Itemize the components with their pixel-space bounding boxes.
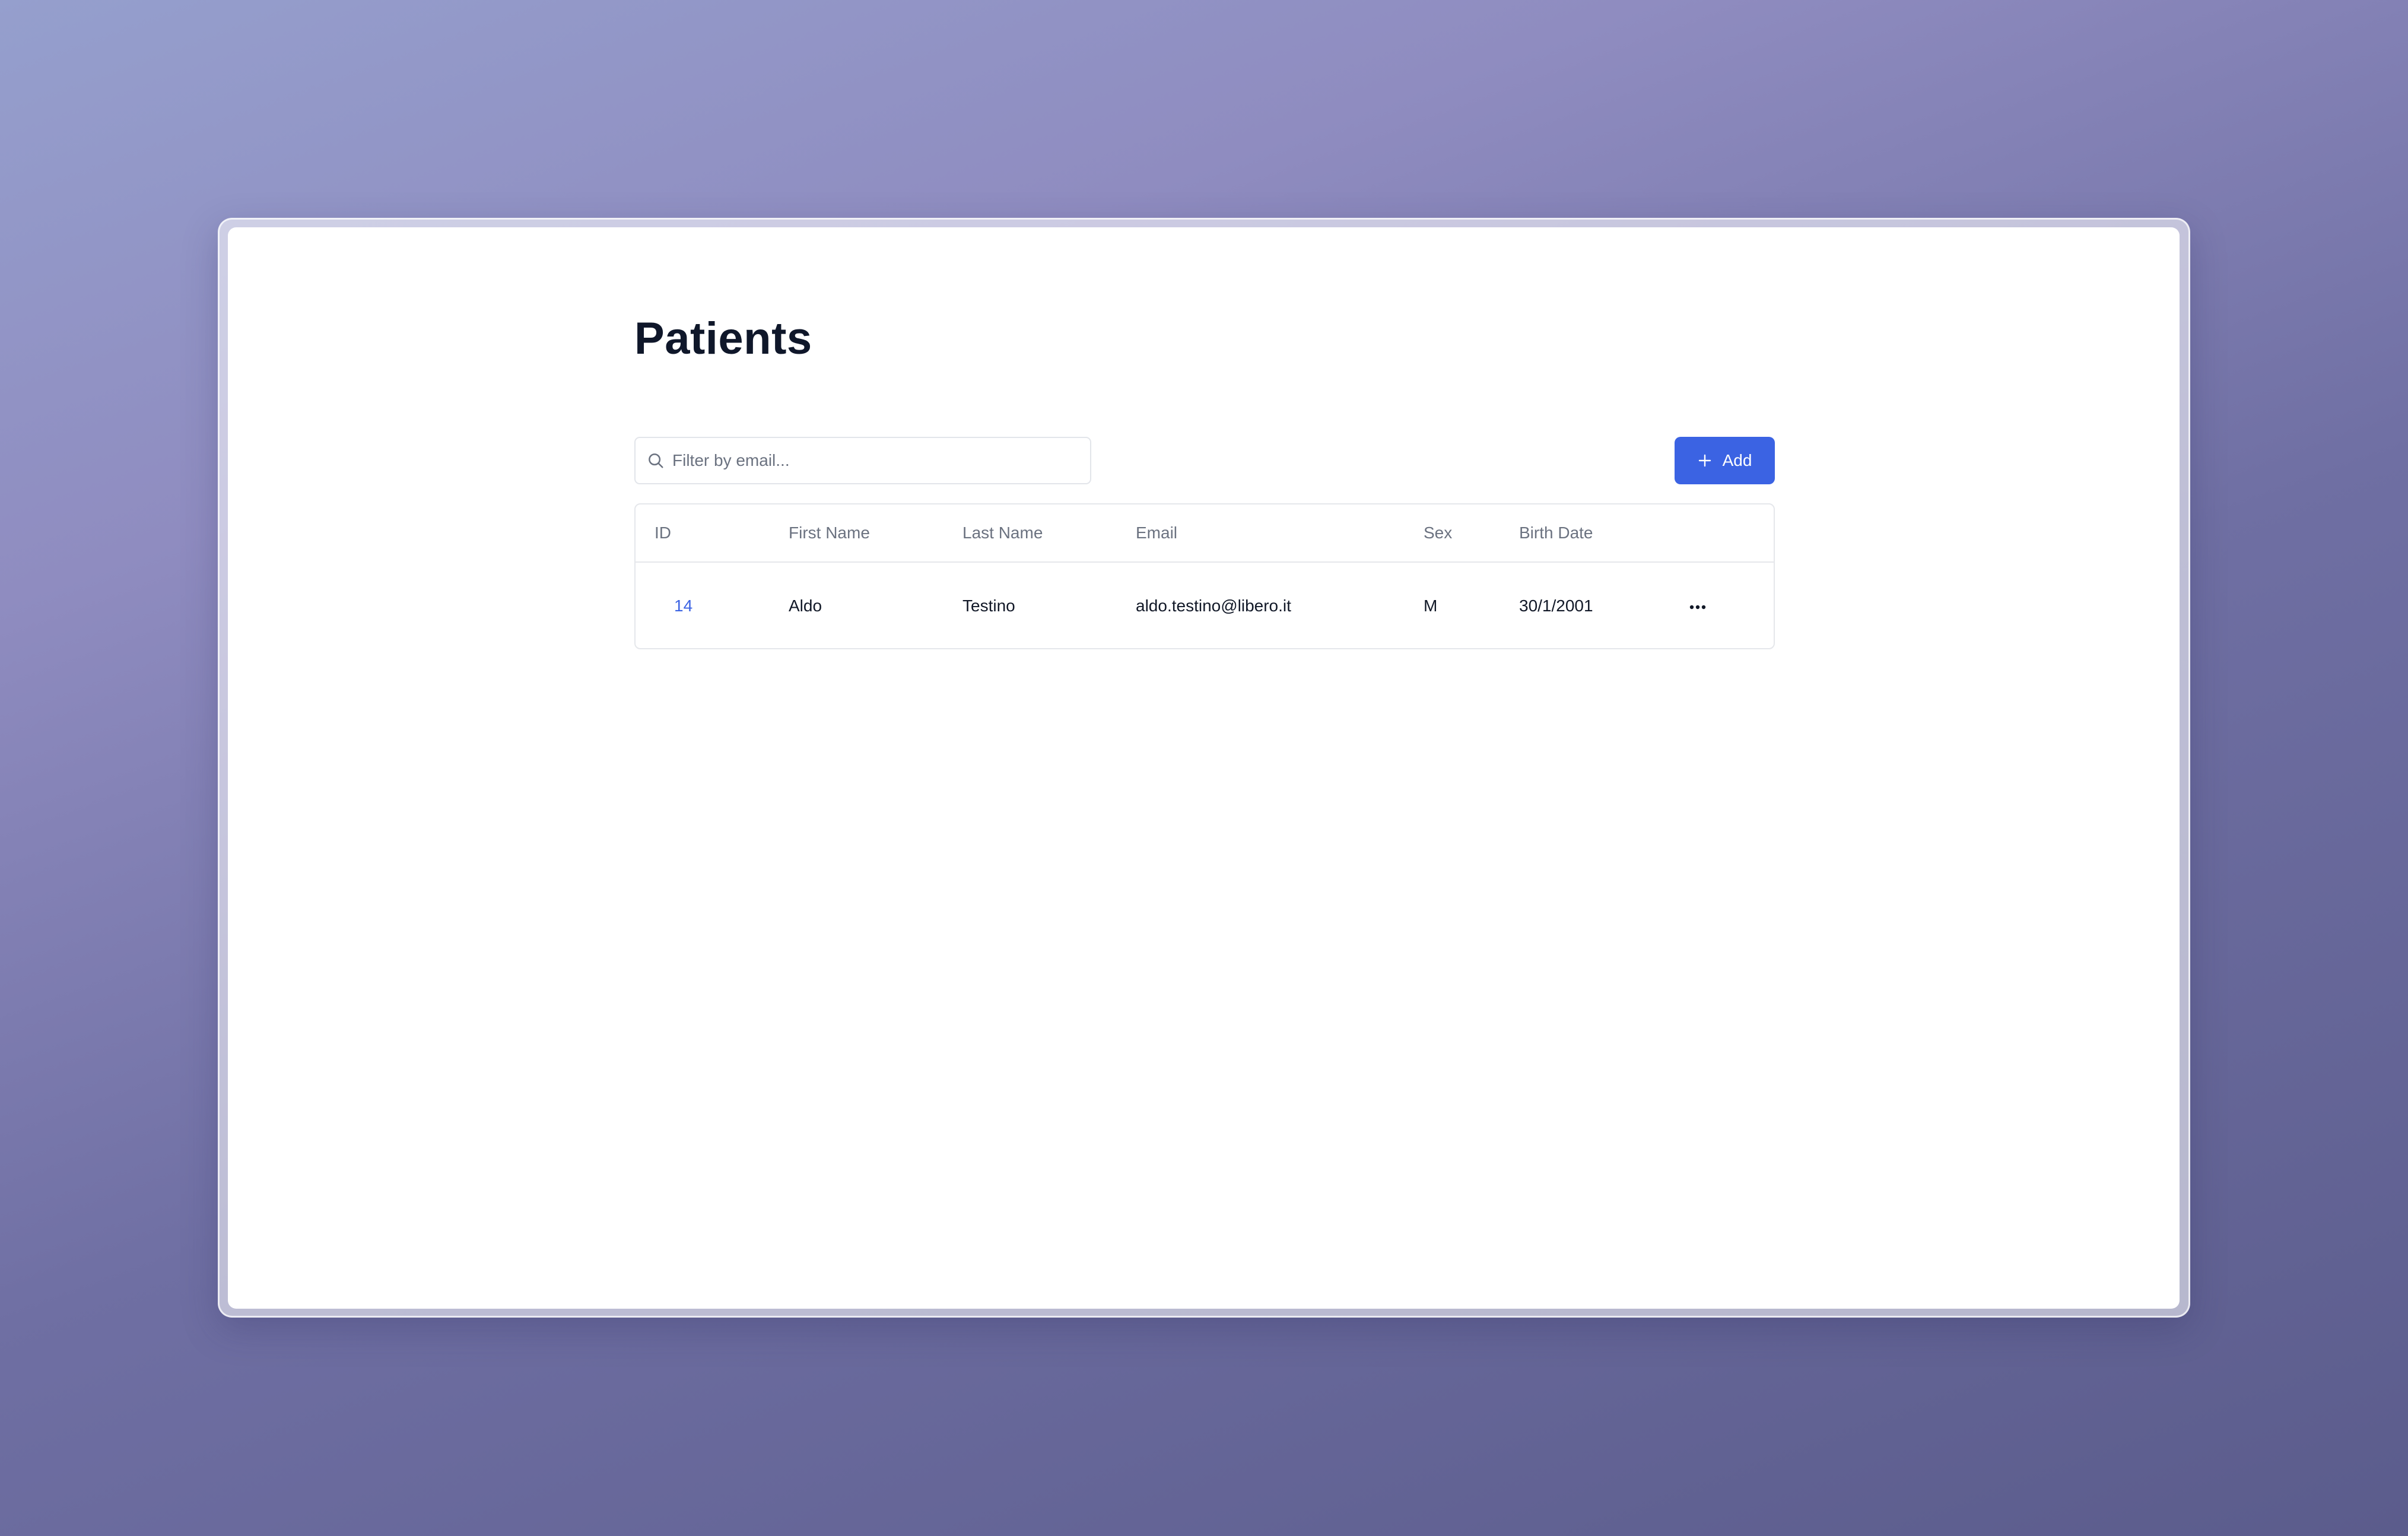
add-button-label: Add — [1722, 451, 1752, 469]
app-window: Patients Add — [228, 227, 2180, 1309]
cell-first-name: Aldo — [789, 596, 822, 615]
cell-email: aldo.testino@libero.it — [1136, 596, 1291, 615]
column-header-id: ID — [636, 504, 789, 563]
column-header-first-name: First Name — [789, 504, 962, 563]
column-header-email: Email — [1136, 504, 1424, 563]
search-icon — [645, 450, 666, 471]
add-button[interactable]: Add — [1675, 437, 1775, 484]
patients-table: ID First Name Last Name Email Sex Birth … — [634, 503, 1775, 649]
column-header-last-name: Last Name — [962, 504, 1136, 563]
plus-icon — [1698, 453, 1712, 468]
cell-birth-date: 30/1/2001 — [1519, 596, 1593, 615]
cell-last-name: Testino — [962, 596, 1015, 615]
column-header-actions — [1685, 504, 1774, 563]
cell-sex: M — [1424, 596, 1438, 615]
more-horizontal-icon — [1689, 603, 1707, 612]
column-header-sex: Sex — [1424, 504, 1519, 563]
cell-actions — [1685, 562, 1774, 648]
table-header-row: ID First Name Last Name Email Sex Birth … — [636, 504, 1774, 563]
table-row: 14 Aldo Testino aldo.testino@libero.it M… — [636, 562, 1774, 648]
column-header-birth-date: Birth Date — [1519, 504, 1685, 563]
patient-id-link[interactable]: 14 — [674, 596, 692, 615]
search-box[interactable] — [634, 437, 1091, 484]
page-title: Patients — [634, 313, 812, 364]
search-input[interactable] — [666, 438, 1090, 483]
row-actions-button[interactable] — [1685, 598, 1710, 617]
cell-id: 14 — [636, 562, 789, 648]
